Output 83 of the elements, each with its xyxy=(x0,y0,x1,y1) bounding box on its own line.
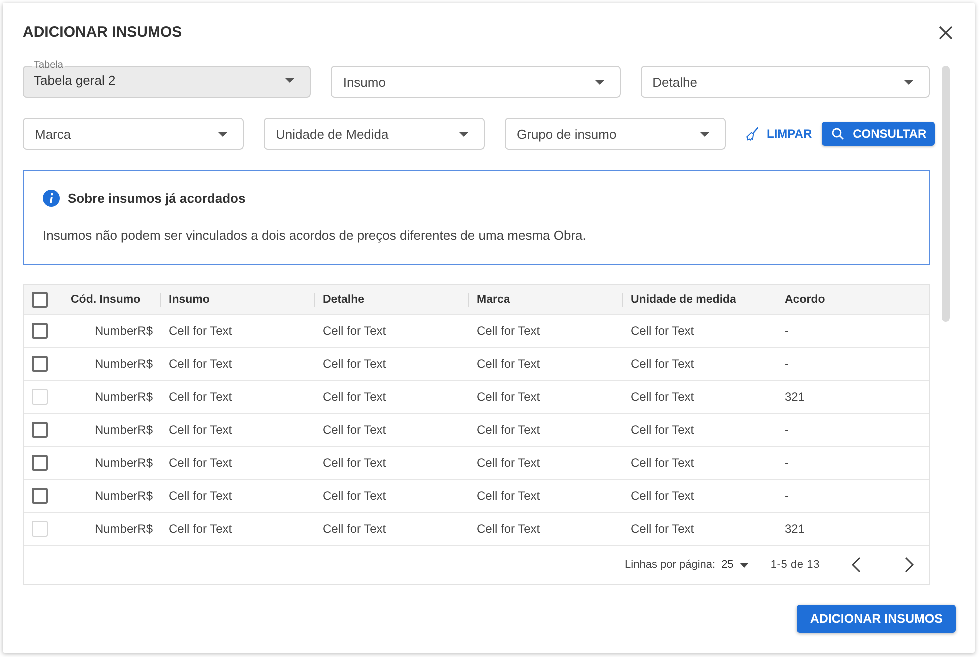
table-cell-text: Cell for Text xyxy=(322,489,388,503)
search-button[interactable]: CONSULTAR xyxy=(822,122,935,146)
table-cell-text: Cell for Text xyxy=(168,324,234,338)
column-header: Acordo xyxy=(784,292,826,306)
table-cell-text: Cell for Text xyxy=(168,522,234,536)
info-text: Insumos não podem ser vinculados a dois acordos de preços diferentes de uma mesma Obra. xyxy=(43,227,588,245)
table-cell-text: Cell for Text xyxy=(168,390,234,404)
table-cell-text: Cell for Text xyxy=(630,522,696,536)
table-cell-text: Cell for Text xyxy=(476,390,542,404)
table-cell-text: NumberR$ xyxy=(94,390,154,404)
column-header: Marca xyxy=(468,292,622,306)
info-title: Sobre insumos já acordados xyxy=(68,191,246,206)
column-header: Unidade de medida xyxy=(622,292,776,306)
row-checkbox[interactable] xyxy=(32,323,48,339)
rows-per-page-label: Linhas por página: xyxy=(625,559,716,571)
table-cell-text: Cell for Text xyxy=(630,456,696,470)
dialog-title: ADICIONAR INSUMOS xyxy=(23,23,182,43)
caret-icon xyxy=(700,132,710,136)
search-icon xyxy=(832,128,844,140)
table-cell-text: Cell for Text xyxy=(630,390,696,404)
caret-icon xyxy=(218,132,228,136)
select-all-checkbox[interactable] xyxy=(32,292,48,308)
table-cell-text: NumberR$ xyxy=(94,522,154,536)
page-range-text: 1-5 de 13 xyxy=(770,559,820,571)
dropdown-field[interactable]: Insumo xyxy=(331,66,621,98)
row-checkbox[interactable] xyxy=(32,488,48,504)
table-cell-text: 321 xyxy=(784,390,806,404)
table-cell-text: - xyxy=(784,357,790,371)
table-cell-text: - xyxy=(784,456,790,470)
table-cell-text: Cell for Text xyxy=(322,423,388,437)
caret-icon xyxy=(904,80,914,84)
table-cell-text: NumberR$ xyxy=(94,423,154,437)
table-cell-text: Cell for Text xyxy=(322,357,388,371)
table-cell-text: Cell for Text xyxy=(476,522,542,536)
table-cell-text: Cell for Text xyxy=(168,357,234,371)
table-cell-text: Cell for Text xyxy=(476,456,542,470)
table-cell-text: Cell for Text xyxy=(168,423,234,437)
row-checkbox[interactable] xyxy=(32,422,48,438)
dropdown-field[interactable]: Unidade de Medida xyxy=(264,118,485,150)
chevron-left-icon xyxy=(851,557,861,573)
broom-icon xyxy=(746,127,759,141)
table-cell-text: NumberR$ xyxy=(94,357,154,371)
close-button[interactable] xyxy=(939,26,953,40)
table-cell-text: - xyxy=(784,489,790,503)
table-cell-text: Cell for Text xyxy=(476,423,542,437)
row-checkbox[interactable] xyxy=(32,455,48,471)
scrollbar-thumb[interactable] xyxy=(942,66,950,322)
column-header: Detalhe xyxy=(314,292,468,306)
table-cell-text: Cell for Text xyxy=(630,324,696,338)
rows-per-page-select[interactable]: 25 xyxy=(722,559,749,571)
caret-icon xyxy=(594,80,605,84)
table-cell-text: Cell for Text xyxy=(630,489,696,503)
close-icon xyxy=(939,26,953,40)
table-cell-text: Cell for Text xyxy=(476,489,542,503)
table-cell-text: NumberR$ xyxy=(94,456,154,470)
caret-icon xyxy=(740,562,749,568)
info-icon xyxy=(43,190,60,207)
dropdown-field[interactable]: Detalhe xyxy=(640,66,930,98)
table-cell-text: NumberR$ xyxy=(94,489,154,503)
table-cell-text: Cell for Text xyxy=(322,456,388,470)
row-checkbox[interactable] xyxy=(32,356,48,372)
table-cell-text: Cell for Text xyxy=(168,489,234,503)
table-cell-text: Cell for Text xyxy=(322,324,388,338)
table-cell-text: Cell for Text xyxy=(322,522,388,536)
table-cell-text: Cell for Text xyxy=(630,423,696,437)
add-supplies-button[interactable]: ADICIONAR INSUMOS xyxy=(797,605,956,633)
caret-icon xyxy=(459,132,469,136)
column-header: Cód. Insumo xyxy=(70,292,142,306)
caret-icon xyxy=(285,78,296,83)
table-cell-text: NumberR$ xyxy=(94,324,154,338)
table-cell-text: Cell for Text xyxy=(476,324,542,338)
chevron-right-icon xyxy=(905,557,915,573)
table-cell-text: Cell for Text xyxy=(168,456,234,470)
table-cell-text: Cell for Text xyxy=(322,390,388,404)
dropdown-field[interactable]: Grupo de insumo xyxy=(505,118,726,150)
table-cell-text: Cell for Text xyxy=(630,357,696,371)
dropdown-field[interactable]: Marca xyxy=(23,118,244,150)
table-cell-text: - xyxy=(784,324,790,338)
table-cell-text: - xyxy=(784,423,790,437)
clear-button[interactable]: LIMPAR xyxy=(746,127,812,141)
table-cell-text: 321 xyxy=(784,522,806,536)
column-header: Insumo xyxy=(160,292,314,306)
table-cell-text: Cell for Text xyxy=(476,357,542,371)
